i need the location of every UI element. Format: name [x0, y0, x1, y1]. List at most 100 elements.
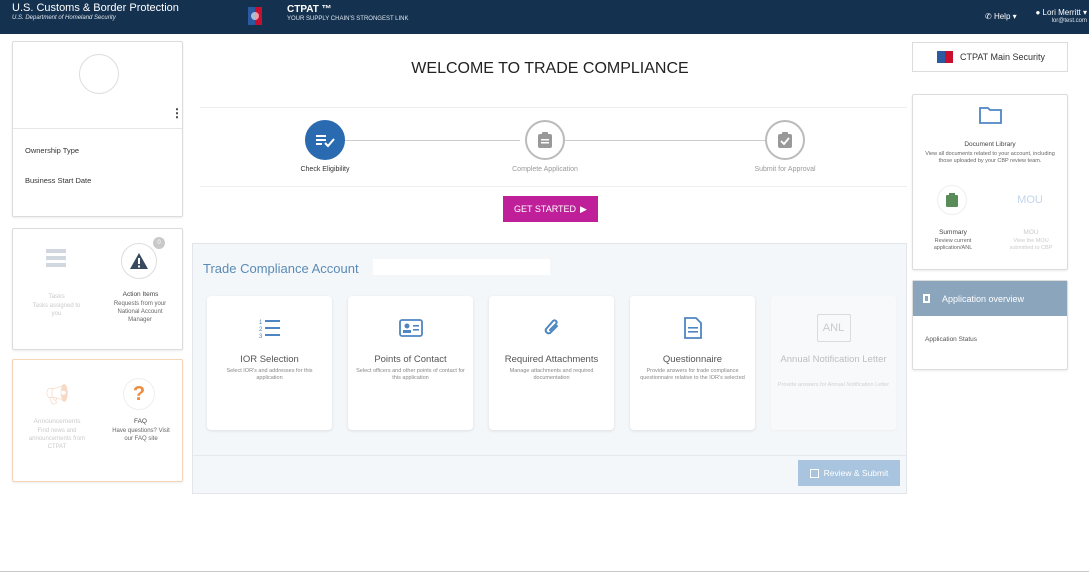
agency-name: U.S. Customs & Border Protection: [12, 2, 179, 14]
announcements-desc: Find news and announcements from CTPAT: [28, 428, 86, 450]
tile-title: Questionnaire: [662, 354, 723, 365]
application-overview-title: Application overview: [942, 293, 1025, 304]
announcements-title: Announcements: [33, 418, 81, 425]
mou-desc: View the MOU submitted to CBP: [1009, 238, 1053, 252]
tasks-card: Tasks Tasks assigned to you 0 Action Ite…: [12, 228, 183, 350]
user-menu[interactable]: ● Lori Merritt ▾ lor@test.com: [1031, 8, 1087, 25]
help-label: Help ▾: [993, 12, 1017, 21]
step-connector: [345, 140, 520, 141]
contact-card-icon: [397, 314, 425, 342]
ior-selection-tile[interactable]: 123 IOR Selection Select IOR's and addre…: [207, 296, 332, 430]
svg-text:3: 3: [259, 334, 263, 339]
tile-desc: Select IOR's and addresses for this appl…: [226, 368, 313, 382]
review-submit-button[interactable]: Review & Submit: [798, 460, 900, 486]
list-icon: 123: [256, 314, 284, 342]
progress-stepper: Check Eligibility Complete Application S…: [200, 107, 907, 187]
phone-icon: ✆: [985, 12, 992, 21]
faq-tile[interactable]: ? FAQ Have questions? Visit our FAQ site: [103, 366, 178, 478]
required-attachments-tile[interactable]: Required Attachments Manage attachments …: [489, 296, 614, 430]
step-label: Complete Application: [512, 166, 578, 173]
action-items-icon: [121, 243, 157, 279]
questionnaire-tile[interactable]: Questionnaire Provide answers for trade …: [630, 296, 755, 430]
tasks-icon: [46, 249, 66, 267]
avatar: [79, 54, 119, 94]
user-icon: ●: [1035, 8, 1041, 17]
application-overview-card: Application overview Application Status: [912, 280, 1068, 370]
page-title: WELCOME TO TRADE COMPLIANCE: [411, 60, 689, 77]
clipboard-icon: [538, 132, 552, 148]
program-tagline: YOUR SUPPLY CHAIN'S STRONGEST LINK: [287, 16, 409, 22]
get-started-button[interactable]: GET STARTED ▶: [503, 196, 598, 222]
svg-text:2: 2: [259, 327, 263, 333]
business-start-date-label: Business Start Date: [25, 176, 92, 185]
announcements-tile[interactable]: 📢︎ Announcements Find news and announcem…: [17, 366, 97, 478]
user-email: lor@test.com: [1051, 17, 1087, 24]
ownership-type-label: Ownership Type: [25, 146, 80, 155]
tile-title: Required Attachments: [504, 354, 599, 365]
faq-title: FAQ: [133, 418, 147, 425]
ctpat-brand[interactable]: CTPAT ™ YOUR SUPPLY CHAIN'S STRONGEST LI…: [287, 4, 409, 23]
application-status-label: Application Status: [925, 336, 978, 343]
checklist-icon: [316, 135, 335, 148]
question-icon: ?: [123, 378, 155, 410]
summary-title: Summary: [939, 229, 967, 236]
review-submit-label: Review & Submit: [823, 468, 889, 478]
agency-brand[interactable]: U.S. Customs & Border Protection U.S. De…: [12, 2, 179, 22]
paperclip-icon: [538, 314, 566, 342]
profile-divider: [13, 128, 182, 129]
mou-icon: MOU: [1017, 194, 1043, 206]
tile-title: IOR Selection: [240, 354, 299, 365]
faq-desc: Have questions? Visit our FAQ site: [112, 428, 170, 442]
mou-tile[interactable]: MOU MOU View the MOU submitted to CBP: [995, 183, 1067, 267]
document-library-desc: View all documents related to your accou…: [925, 151, 1055, 165]
main-security-button[interactable]: CTPAT Main Security: [912, 42, 1068, 72]
folder-icon: [979, 107, 1002, 124]
tasks-title: Tasks: [48, 293, 65, 300]
document-library-card: Document Library View all documents rela…: [912, 94, 1068, 270]
tile-title: Annual Notification Letter: [780, 354, 887, 365]
step-check-eligibility[interactable]: [305, 120, 345, 160]
top-bar: U.S. Customs & Border Protection U.S. De…: [0, 0, 1089, 34]
account-name-field: [373, 259, 550, 275]
action-items-tile[interactable]: 0 Action Items Requests from your Nation…: [103, 233, 178, 347]
step-submit-approval[interactable]: [765, 120, 805, 160]
tile-desc: Select officers and other points of cont…: [356, 368, 465, 382]
program-name: CTPAT ™: [287, 4, 332, 15]
book-icon: [923, 294, 930, 303]
ctpat-logo-icon: [936, 51, 953, 63]
checkbox-icon: [809, 468, 819, 478]
tasks-tile[interactable]: Tasks Tasks assigned to you: [19, 237, 94, 347]
action-items-title: Action Items: [122, 291, 159, 298]
play-arrow-icon: ▶: [580, 203, 587, 214]
help-menu[interactable]: ✆ Help ▾: [985, 12, 1017, 21]
step-complete-application[interactable]: [525, 120, 565, 160]
warning-icon: [130, 253, 148, 269]
document-library-title: Document Library: [964, 141, 1016, 148]
points-of-contact-tile[interactable]: Points of Contact Select officers and ot…: [348, 296, 473, 430]
profile-card: ⋮ Ownership Type Business Start Date: [12, 41, 183, 217]
action-items-desc: Requests from your National Account Mana…: [113, 301, 167, 323]
trade-compliance-account-panel: Trade Compliance Account 123 IOR Selecti…: [192, 243, 907, 494]
svg-text:1: 1: [259, 320, 263, 326]
agency-department: U.S. Department of Homeland Security: [12, 15, 116, 21]
info-card: 📢︎ Announcements Find news and announcem…: [12, 359, 183, 482]
summary-icon: [937, 185, 967, 215]
tile-desc: Provide answers for Annual Notification …: [777, 382, 890, 388]
summary-tile[interactable]: Summary Review current application/ANL: [917, 183, 989, 267]
step-label: Check Eligibility: [300, 166, 350, 173]
tile-title: Points of Contact: [374, 354, 447, 365]
annual-notification-letter-tile[interactable]: ANL Annual Notification Letter Provide a…: [771, 296, 896, 430]
get-started-label: GET STARTED: [514, 204, 577, 214]
action-items-badge: 0: [153, 237, 165, 249]
document-library-tile[interactable]: Document Library View all documents rela…: [913, 95, 1067, 179]
tile-desc: Provide answers for trade compliance que…: [640, 368, 745, 382]
mou-title: MOU: [1023, 229, 1039, 236]
user-name: Lori Merritt ▾: [1042, 8, 1087, 17]
main-security-label: CTPAT Main Security: [959, 52, 1046, 62]
clipboard-check-icon: [778, 132, 792, 148]
step-label: Submit for Approval: [754, 166, 816, 173]
application-overview-header[interactable]: Application overview: [913, 281, 1067, 316]
step-connector: [565, 140, 765, 141]
more-options-icon[interactable]: ⋮: [171, 106, 183, 120]
summary-desc: Review current application/ANL: [933, 238, 973, 252]
